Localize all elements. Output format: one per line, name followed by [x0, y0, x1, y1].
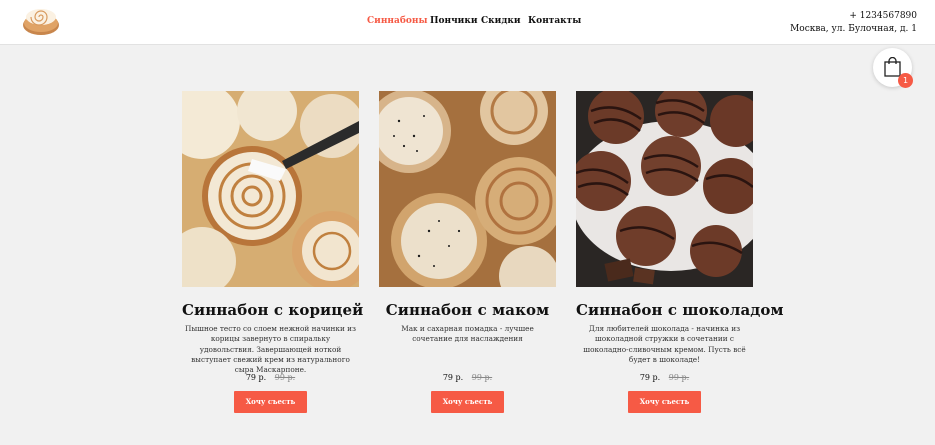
contact-info: + 1234567890 Москва, ул. Булочная, д. 1	[790, 10, 917, 36]
product-description: Для любителей шоколада - начинка из шоко…	[583, 324, 746, 364]
product-photo-cinnamon[interactable]	[164, 81, 372, 295]
nav-item-discounts[interactable]: Скидки	[481, 16, 521, 26]
product-prices: 79 р. 99 р.	[576, 373, 753, 382]
product-old-price: 99 р.	[274, 373, 296, 382]
address: Москва, ул. Булочная, д. 1	[790, 24, 917, 34]
product-price: 79 р.	[245, 373, 267, 382]
product-description: Мак и сахарная помадка - лучшее сочетани…	[401, 324, 534, 344]
product-title: Синнабон с корицей	[182, 301, 364, 319]
product-title: Синнабон с маком	[385, 301, 550, 319]
product-description: Пышное тесто со слоем нежной начинки из …	[185, 324, 356, 375]
shopping-bag-icon	[884, 57, 901, 77]
product-photo-poppy-seed[interactable]	[367, 77, 563, 306]
buy-button[interactable]: Хочу съесть	[628, 391, 701, 413]
nav-item-contacts[interactable]: Контакты	[528, 16, 581, 26]
cart-count-badge: 1	[898, 73, 913, 88]
phone-number[interactable]: + 1234567890	[790, 10, 917, 23]
buy-button[interactable]: Хочу съесть	[431, 391, 504, 413]
product-title: Синнабон с шоколадом	[576, 301, 784, 319]
nav-item-cinnabons[interactable]: Синнабоны	[367, 16, 427, 26]
nav-item-donuts[interactable]: Пончики	[430, 16, 478, 26]
site-header: Синнабоны Пончики Скидки Контакты + 1234…	[0, 0, 935, 45]
product-prices: 79 р. 99 р.	[379, 373, 556, 382]
product-card: Синнабон с шоколадом Для любителей шокол…	[571, 85, 784, 413]
cinnamon-roll-logo-icon[interactable]	[22, 4, 60, 36]
product-card: Синнабон с корицей Пышное тесто со слоем…	[164, 81, 372, 413]
product-photo-chocolate[interactable]	[571, 85, 771, 287]
product-old-price: 99 р.	[668, 373, 690, 382]
product-card: Синнабон с маком Мак и сахарная помадка …	[367, 77, 563, 413]
buy-button[interactable]: Хочу съесть	[234, 391, 307, 413]
product-prices: 79 р. 99 р.	[182, 373, 359, 382]
product-price: 79 р.	[442, 373, 464, 382]
product-price: 79 р.	[639, 373, 661, 382]
product-old-price: 99 р.	[471, 373, 493, 382]
